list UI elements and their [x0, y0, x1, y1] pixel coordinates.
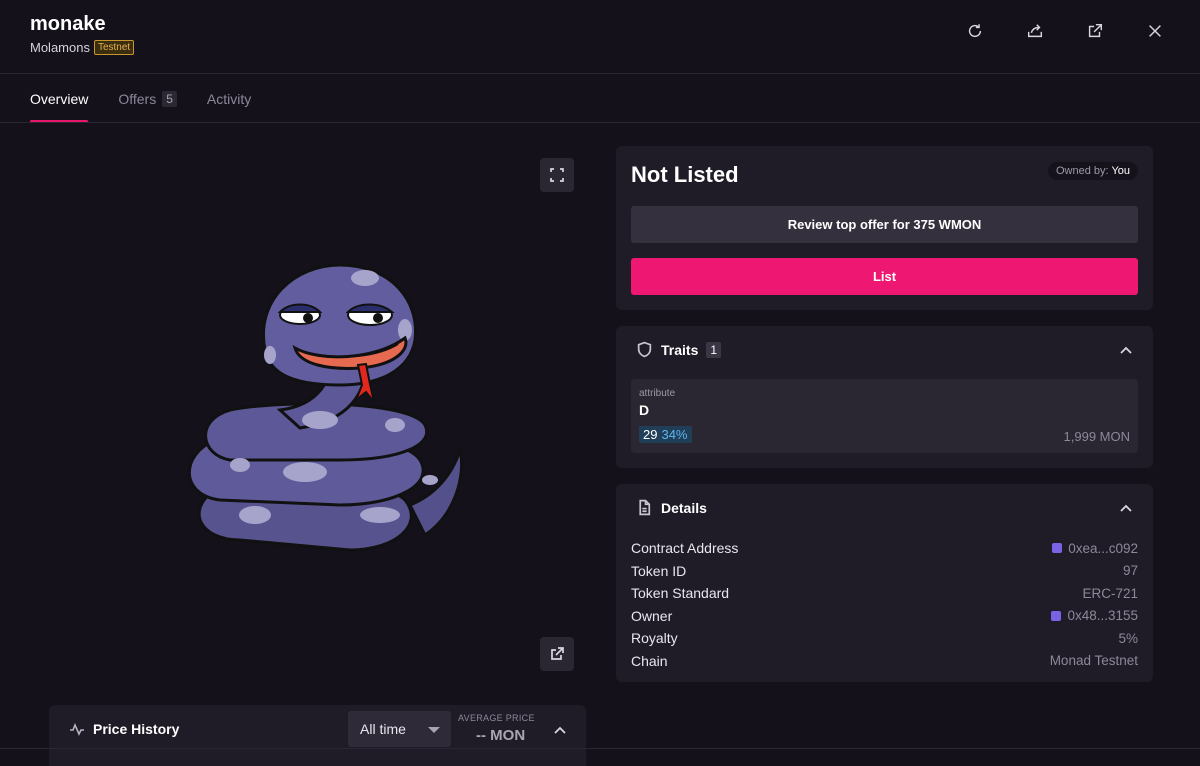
listing-panel: Not Listed Owned by: You Review top offe… — [616, 146, 1153, 310]
close-icon[interactable] — [1144, 20, 1166, 42]
offers-count-badge: 5 — [162, 90, 177, 107]
shield-icon — [637, 341, 652, 358]
detail-row-chain: Chain Monad Testnet — [631, 650, 1138, 673]
detail-row-contract-address: Contract Address 0xea...c092 — [631, 537, 1138, 560]
detail-label: Token ID — [631, 562, 687, 579]
traits-panel: Traits 1 attribute D 29 34% 1,999 MON — [616, 326, 1153, 468]
traits-title: Traits — [661, 341, 699, 358]
detail-label: Owner — [631, 607, 673, 624]
contract-address-link[interactable]: 0xea...c092 — [1052, 541, 1138, 556]
nft-media-area — [30, 145, 590, 685]
detail-row-token-standard: Token Standard ERC-721 — [631, 582, 1138, 605]
trait-rarity: 29 34% — [639, 426, 692, 443]
nft-image-snake — [187, 263, 464, 552]
collection-row: Molamons Testnet — [30, 40, 135, 55]
traits-count-badge: 1 — [706, 341, 722, 358]
fullscreen-button[interactable] — [540, 158, 574, 192]
price-history-title: Price History — [93, 721, 180, 737]
trait-value: D — [639, 402, 650, 418]
detail-value: 97 — [1122, 563, 1138, 579]
details-header[interactable]: Details — [636, 499, 707, 516]
time-range-select[interactable]: All time — [348, 711, 451, 747]
tab-label: Offers — [118, 90, 157, 107]
testnet-badge: Testnet — [93, 40, 135, 55]
chevron-up-icon[interactable] — [1118, 343, 1134, 359]
price-history-header: Price History — [69, 721, 179, 737]
owned-by-label: Owned by: — [1055, 165, 1109, 177]
expand-icon — [550, 168, 564, 182]
tab-label: Activity — [206, 90, 252, 107]
share-icon[interactable] — [1024, 20, 1046, 42]
detail-row-royalty: Royalty 5% — [631, 627, 1138, 650]
details-title: Details — [661, 499, 707, 516]
tab-offers[interactable]: Offers 5 — [118, 74, 177, 123]
detail-label: Token Standard — [631, 585, 730, 602]
detail-row-owner: Owner 0x48...3155 — [631, 605, 1138, 628]
detail-label: Chain — [631, 652, 668, 669]
detail-value: 0xea...c092 — [1068, 540, 1138, 556]
trait-percent: 34% — [661, 427, 688, 442]
detail-row-token-id: Token ID 97 — [631, 560, 1138, 583]
list-button[interactable]: List — [631, 258, 1138, 295]
owner-name: You — [1111, 165, 1130, 177]
detail-label: Contract Address — [631, 540, 739, 557]
tab-overview[interactable]: Overview — [30, 74, 89, 123]
trait-card[interactable]: attribute D 29 34% 1,999 MON — [631, 379, 1138, 453]
traits-header[interactable]: Traits 1 — [636, 341, 722, 358]
document-icon — [639, 499, 651, 516]
details-list: Contract Address 0xea...c092 Token ID 97… — [631, 537, 1138, 672]
trait-floor-price: 1,999 MON — [1063, 429, 1130, 444]
owned-by-badge: Owned by: You — [1047, 162, 1138, 180]
detail-value: 0x48...3155 — [1067, 608, 1138, 624]
header-bar: monake Molamons Testnet — [0, 0, 1200, 74]
average-price-label: AVERAGE PRICE — [458, 713, 535, 723]
monad-chain-icon — [1051, 610, 1062, 621]
trait-type: attribute — [639, 388, 676, 399]
open-media-button[interactable] — [540, 637, 574, 671]
external-link-icon — [551, 647, 564, 660]
caret-down-icon — [428, 727, 440, 733]
trait-count: 29 — [643, 427, 658, 442]
time-range-value: All time — [360, 721, 406, 737]
tab-bar: Overview Offers 5 Activity — [30, 74, 251, 123]
item-title: monake — [30, 13, 106, 35]
average-price-value: -- MON — [476, 727, 526, 744]
collection-name[interactable]: Molamons — [30, 40, 90, 55]
chevron-up-icon[interactable] — [552, 723, 568, 739]
chevron-up-icon[interactable] — [1118, 501, 1134, 517]
review-top-offer-button[interactable]: Review top offer for 375 WMON — [631, 206, 1138, 243]
price-history-panel: Price History All time AVERAGE PRICE -- … — [49, 705, 586, 766]
tab-activity[interactable]: Activity — [207, 74, 251, 123]
refresh-icon[interactable] — [964, 20, 986, 42]
owner-address-link[interactable]: 0x48...3155 — [1051, 608, 1138, 623]
activity-icon — [70, 722, 84, 736]
detail-value: ERC-721 — [1082, 585, 1138, 601]
bottom-divider — [0, 748, 1200, 749]
external-link-icon[interactable] — [1084, 20, 1106, 42]
listing-status: Not Listed — [631, 162, 739, 187]
detail-label: Royalty — [631, 630, 678, 647]
details-panel: Details Contract Address 0xea...c092 Tok… — [616, 484, 1153, 682]
detail-value: Monad Testnet — [1049, 653, 1138, 669]
tab-label: Overview — [30, 90, 89, 107]
header-actions — [964, 20, 1166, 42]
detail-value: 5% — [1118, 630, 1138, 646]
tabs-divider — [0, 122, 1200, 123]
monad-chain-icon — [1052, 543, 1063, 554]
